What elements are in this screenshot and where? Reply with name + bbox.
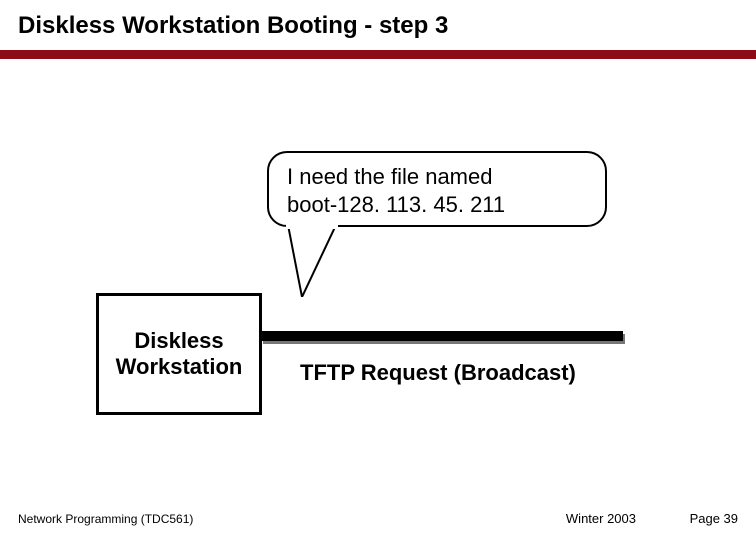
speech-line-1: I need the file named [287, 163, 587, 191]
request-caption: TFTP Request (Broadcast) [300, 360, 576, 386]
footer-course: Network Programming (TDC561) [18, 512, 193, 526]
title-bar: Diskless Workstation Booting - step 3 [18, 12, 448, 40]
title-underline-thick [0, 50, 756, 57]
title-underline-thin [0, 57, 756, 59]
workstation-box: Diskless Workstation [96, 293, 262, 415]
title-main: Diskless Workstation Booting [18, 12, 358, 39]
workstation-label: Diskless Workstation [99, 328, 259, 381]
footer-page: Page 39 [690, 511, 738, 526]
speech-bubble-tail-icon [282, 225, 342, 297]
slide: Diskless Workstation Booting - step 3 I … [0, 0, 756, 540]
network-line [261, 331, 623, 341]
title-step: - step 3 [358, 12, 449, 39]
speech-line-2: boot-128. 113. 45. 211 [287, 191, 587, 219]
slide-title: Diskless Workstation Booting - step 3 [18, 12, 448, 40]
speech-bubble: I need the file named boot-128. 113. 45.… [267, 151, 607, 227]
footer-term: Winter 2003 [566, 511, 636, 526]
